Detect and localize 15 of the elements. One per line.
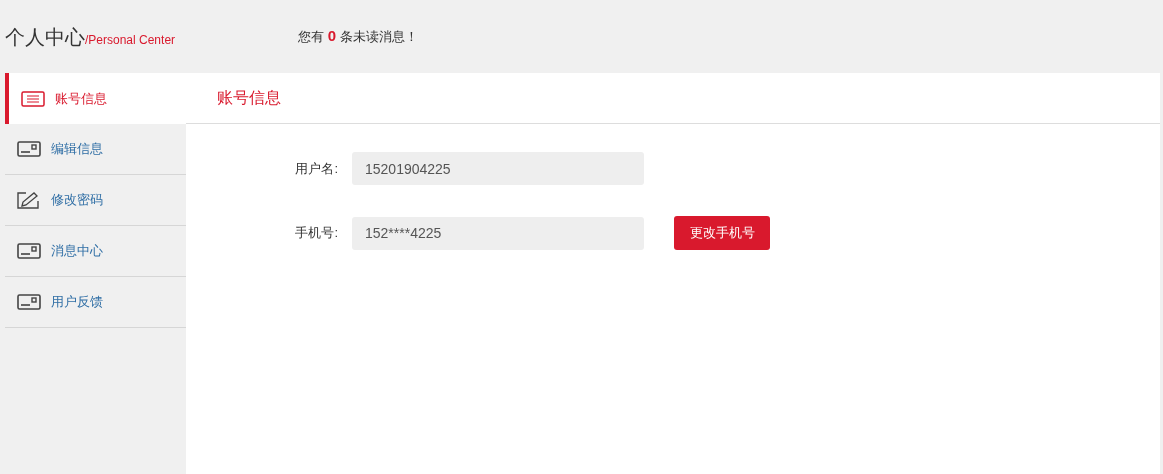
pencil-icon [17, 191, 41, 209]
page-title: 个人中心 [5, 26, 85, 47]
page-subtitle: /Personal Center [85, 33, 176, 47]
field-label: 手机号: [294, 224, 339, 243]
input-field[interactable]: 15201904225 [352, 152, 644, 185]
unread-message-notice: 您有 0 条未读消息！ [298, 26, 418, 47]
change-phone-button[interactable]: 更改手机号 [674, 216, 770, 250]
field-label: 用户名: [294, 159, 339, 178]
input-field[interactable]: 152****4225 [352, 216, 644, 250]
panel-title: 账号信息 [217, 88, 281, 108]
card-icon [17, 141, 41, 157]
list-icon [21, 90, 45, 107]
card-icon [17, 294, 41, 310]
sidebar-item[interactable]: 账号信息 [5, 73, 187, 124]
card-icon [17, 243, 41, 259]
